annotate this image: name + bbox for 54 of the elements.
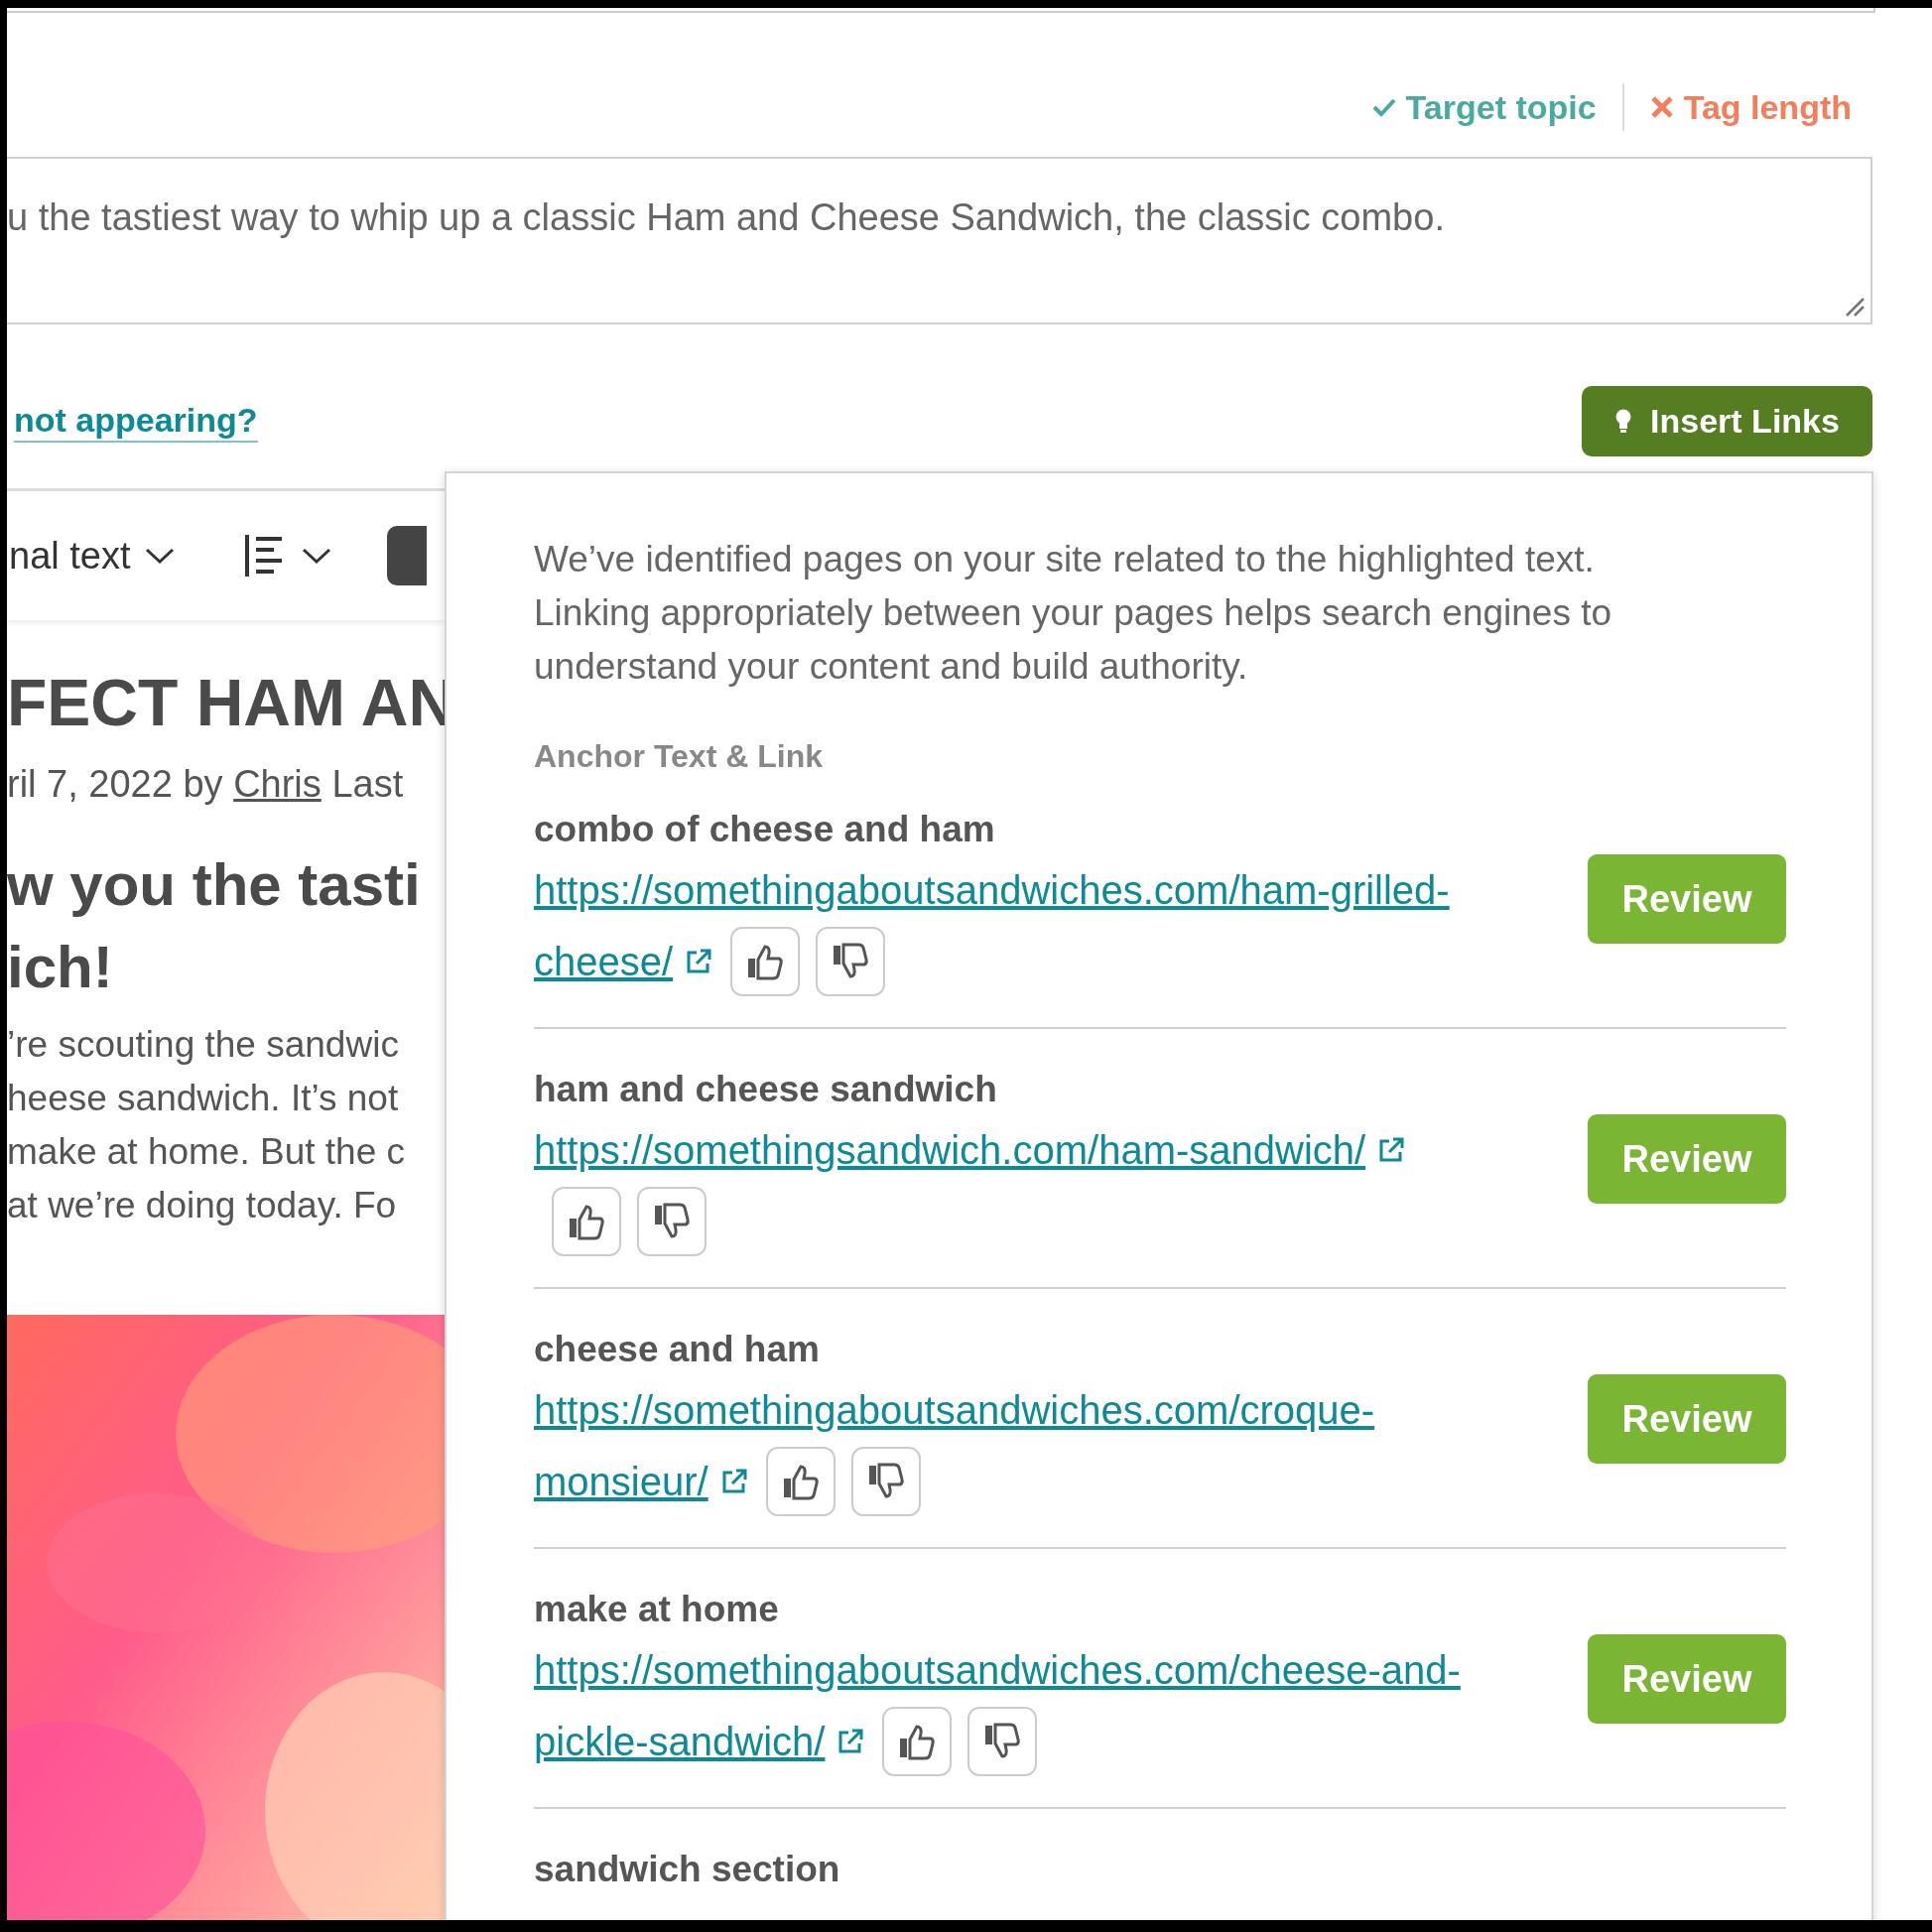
thumbs-down-button[interactable] xyxy=(637,1187,707,1256)
help-link[interactable]: not appearing? xyxy=(14,400,258,443)
toolbar-button[interactable] xyxy=(386,526,427,585)
column-heading: Anchor Text & Link xyxy=(534,737,824,776)
anchor-text: ham and cheese sandwich xyxy=(534,1068,998,1111)
anchor-text: make at home xyxy=(534,1588,780,1631)
external-link-icon[interactable] xyxy=(1377,1136,1406,1164)
check-label: Tag length xyxy=(1683,87,1852,127)
suggestion-link[interactable]: https://somethingaboutsandwiches.com/croque- xyxy=(534,1388,1375,1432)
review-button[interactable]: Review xyxy=(1588,1374,1786,1464)
anchor-text: sandwich section xyxy=(534,1848,841,1891)
review-button[interactable]: Review xyxy=(1588,1634,1786,1724)
suggestion-link[interactable]: https://somethingsandwich.com/ham-sandwich/ xyxy=(534,1114,1366,1186)
article-subtitle: ich! xyxy=(7,933,114,1002)
check-label: Target topic xyxy=(1405,87,1597,127)
thumbs-down-icon xyxy=(982,1722,1023,1761)
thumbs-down-button[interactable] xyxy=(816,927,886,996)
suggestion-link[interactable]: https://somethingaboutsandwiches.com/ham-grilled- xyxy=(534,868,1450,912)
external-link-icon[interactable] xyxy=(837,1728,865,1755)
thumbs-up-button[interactable] xyxy=(552,1187,621,1256)
resize-handle-icon[interactable] xyxy=(1845,297,1865,317)
suggestion-link[interactable]: monsieur/ xyxy=(534,1446,708,1517)
thumbs-down-button[interactable] xyxy=(850,1447,921,1516)
review-button[interactable]: Review xyxy=(1588,854,1786,944)
lightbulb-icon xyxy=(1614,408,1633,435)
description-field[interactable]: u the tastiest way to whip up a classic Ham and Cheese Sandwich, the classic combo. xyxy=(7,156,1872,324)
anchor-text: combo of cheese and ham xyxy=(534,808,996,851)
thumbs-down-button[interactable] xyxy=(967,1707,1038,1776)
align-left-icon[interactable] xyxy=(243,533,284,579)
external-link-icon[interactable] xyxy=(685,948,713,975)
thumbs-up-button[interactable] xyxy=(730,927,801,996)
panel-description: We’ve identified pages on your site related to the highlighted text. Linking appropriately between your pages helps search engines to understand your content and build authority. xyxy=(534,538,1613,689)
article-text: make at home. But the c xyxy=(7,1130,407,1174)
article-text: ’re scouting the sandwic xyxy=(7,1023,400,1067)
anchor-text: cheese and ham xyxy=(534,1328,821,1371)
suggestion-link[interactable]: pickle-sandwich/ xyxy=(534,1706,826,1777)
thumbs-up-button[interactable] xyxy=(765,1447,836,1516)
suggestion-link[interactable]: cheese/ xyxy=(534,926,674,997)
article-byline: ril 7, 2022 by Chris Last xyxy=(7,762,405,807)
chevron-down-icon[interactable] xyxy=(144,547,175,565)
author-link[interactable]: Chris xyxy=(233,763,322,805)
close-icon xyxy=(1649,95,1674,120)
thumbs-down-icon xyxy=(652,1202,692,1241)
article-subtitle: w you the tasti xyxy=(7,850,422,920)
review-button[interactable]: Review xyxy=(1588,1114,1786,1204)
insert-links-button[interactable]: Insert Links xyxy=(1582,386,1872,456)
thumbs-down-icon xyxy=(831,942,871,981)
article-text: at we’re doing today. Fo xyxy=(7,1184,398,1227)
suggestion-link[interactable]: https://somethingaboutsandwiches.com/cheese-and- xyxy=(534,1648,1461,1692)
thumbs-up-button[interactable] xyxy=(882,1707,953,1776)
check-icon xyxy=(1371,97,1396,118)
chevron-down-icon[interactable] xyxy=(301,547,331,565)
article-text: heese sandwich. It’s not xyxy=(7,1077,400,1120)
text-style-dropdown[interactable]: nal text xyxy=(9,534,131,578)
